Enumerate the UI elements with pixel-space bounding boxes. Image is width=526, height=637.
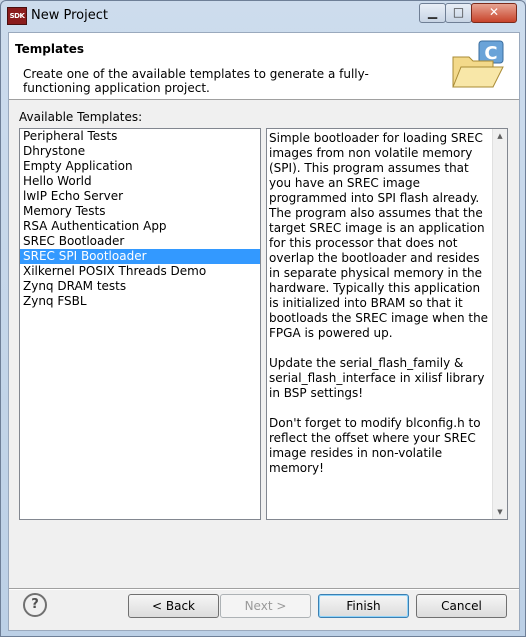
template-item[interactable]: Empty Application — [20, 159, 260, 174]
window-title: New Project — [31, 8, 108, 23]
template-item[interactable]: Hello World — [20, 174, 260, 189]
wizard-header: Templates Create one of the available te… — [9, 33, 519, 100]
template-list[interactable]: Peripheral Tests Dhrystone Empty Applicati… — [19, 128, 261, 520]
cancel-button[interactable]: Cancel — [416, 594, 507, 618]
next-button[interactable]: Next > — [220, 594, 311, 618]
template-item[interactable]: Dhrystone — [20, 144, 260, 159]
sdk-app-icon: SDK — [7, 7, 27, 25]
template-item[interactable]: SREC SPI Bootloader — [20, 249, 260, 264]
page-description: Create one of the available templates to… — [23, 67, 369, 95]
template-item[interactable]: lwIP Echo Server — [20, 189, 260, 204]
back-button[interactable]: < Back — [128, 594, 219, 618]
template-item[interactable]: Memory Tests — [20, 204, 260, 219]
template-item[interactable]: SREC Bootloader — [20, 234, 260, 249]
title-bar: SDK New Project ▁ □ ✕ — [1, 1, 525, 31]
maximize-button[interactable]: □ — [445, 3, 472, 23]
scroll-up-icon[interactable]: ▲ — [493, 129, 507, 143]
page-title: Templates — [15, 42, 85, 56]
description-scrollbar[interactable]: ▲ ▼ — [492, 129, 507, 519]
help-icon[interactable]: ? — [23, 593, 47, 617]
finish-button[interactable]: Finish — [318, 594, 409, 618]
minimize-button[interactable]: ▁ — [419, 3, 446, 23]
available-templates-label: Available Templates: — [19, 110, 143, 124]
template-item[interactable]: Zynq DRAM tests — [20, 279, 260, 294]
scroll-down-icon[interactable]: ▼ — [493, 505, 507, 519]
template-item[interactable]: Zynq FSBL — [20, 294, 260, 309]
close-button[interactable]: ✕ — [471, 3, 517, 23]
button-separator — [9, 588, 519, 590]
template-item[interactable]: Xilkernel POSIX Threads Demo — [20, 264, 260, 279]
template-item[interactable]: Peripheral Tests — [20, 129, 260, 144]
dialog-content: Templates Create one of the available te… — [8, 32, 520, 631]
folder-icon: C — [452, 40, 504, 88]
new-project-dialog: SDK New Project ▁ □ ✕ Templates Create o… — [0, 0, 526, 637]
template-description-box: Simple bootloader for loading SREC image… — [266, 128, 508, 520]
template-description: Simple bootloader for loading SREC image… — [269, 131, 489, 475]
template-item[interactable]: RSA Authentication App — [20, 219, 260, 234]
